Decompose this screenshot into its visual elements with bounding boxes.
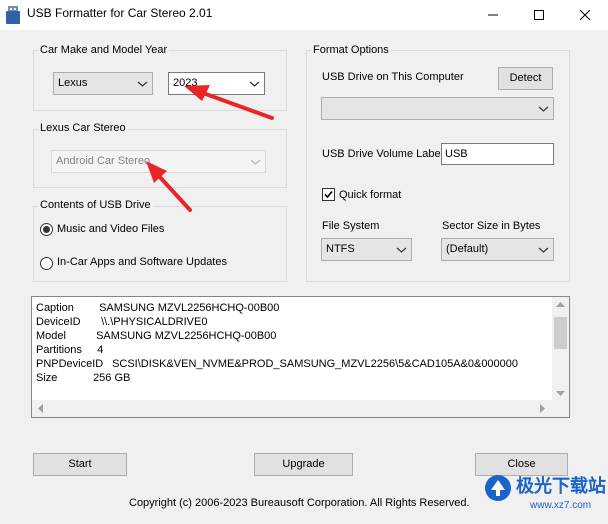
quick-format-label[interactable]: Quick format (339, 189, 401, 202)
volume-label-caption: USB Drive Volume Label (322, 148, 444, 160)
sector-size-value: (Default) (446, 243, 489, 255)
model-year-select[interactable]: 2023 (168, 72, 265, 95)
site-watermark-logo: 极光下载站 www.xz7.com (484, 470, 606, 522)
scroll-down-icon[interactable] (556, 390, 565, 397)
info-key: Partitions (36, 344, 82, 356)
info-value: SAMSUNG MZVL2256HCHQ-00B00 (96, 330, 277, 342)
info-value: 256 GB (93, 372, 131, 384)
scroll-right-icon[interactable] (539, 404, 546, 413)
copyright-text: Copyright (c) 2006-2023 Bureausoft Corpo… (129, 497, 470, 509)
file-system-label: File System (322, 220, 380, 232)
info-key: Model (36, 330, 66, 342)
car-stereo-select[interactable]: Android Car Stereo (51, 150, 266, 173)
upgrade-button[interactable]: Upgrade (254, 453, 353, 476)
car-make-select[interactable]: Lexus (53, 72, 153, 95)
info-value: \\.\PHYSICALDRIVE0 (101, 316, 208, 328)
model-year-value: 2023 (173, 77, 198, 89)
info-row-model: Model SAMSUNG MZVL2256HCHQ-00B00 (36, 330, 276, 343)
file-system-select[interactable]: NTFS (321, 238, 412, 261)
chevron-down-icon (250, 159, 261, 165)
window-title: USB Formatter for Car Stereo 2.01 (27, 6, 213, 20)
usb-app-icon (6, 6, 20, 24)
close-icon (580, 10, 590, 20)
apps-updates-radio[interactable] (40, 257, 53, 270)
info-key: DeviceID (36, 316, 81, 328)
watermark-url: www.xz7.com (530, 500, 592, 511)
volume-label-input[interactable]: USB (441, 143, 554, 165)
checkmark-icon (324, 190, 333, 199)
chevron-down-icon (249, 81, 260, 87)
chevron-down-icon (538, 247, 549, 253)
scrollbar-thumb[interactable] (554, 317, 567, 349)
maximize-icon (534, 10, 544, 20)
file-system-value: NTFS (326, 243, 355, 255)
info-row-partitions: Partitions 4 (36, 344, 103, 357)
quick-format-checkbox[interactable] (322, 188, 335, 201)
info-value: SCSI\DISK&VEN_NVME&PROD_SAMSUNG_MZVL2256… (112, 358, 519, 370)
info-row-size: Size 256 GB (36, 372, 130, 385)
scroll-up-icon[interactable] (556, 301, 565, 308)
info-row-deviceid: DeviceID \\.\PHYSICALDRIVE0 (36, 316, 207, 329)
usb-drive-label: USB Drive on This Computer (322, 71, 464, 83)
chevron-down-icon (396, 247, 407, 253)
info-key: PNPDeviceID (36, 358, 104, 370)
vertical-scrollbar[interactable] (552, 297, 569, 401)
volume-label-value: USB (445, 148, 468, 160)
info-value: 4 (97, 344, 104, 356)
maximize-button[interactable] (516, 0, 562, 30)
apps-updates-label[interactable]: In-Car Apps and Software Updates (57, 256, 227, 269)
info-row-caption: Caption SAMSUNG MZVL2256HCHQ-00B00 (36, 302, 279, 315)
usb-contents-group-label: Contents of USB Drive (38, 199, 153, 212)
info-key: Size (36, 372, 58, 384)
music-video-radio[interactable] (40, 223, 53, 236)
watermark-logo-icon (485, 475, 511, 501)
title-bar[interactable]: USB Formatter for Car Stereo 2.01 (0, 0, 608, 30)
car-stereo-group-label: Lexus Car Stereo (38, 122, 128, 135)
music-video-label[interactable]: Music and Video Files (57, 223, 164, 236)
close-window-button[interactable] (562, 0, 608, 30)
info-value: SAMSUNG MZVL2256HCHQ-00B00 (99, 302, 280, 314)
info-row-pnpdeviceid: PNPDeviceID SCSI\DISK&VEN_NVME&PROD_SAMS… (36, 358, 518, 371)
horizontal-scrollbar[interactable] (32, 400, 569, 417)
usb-drive-select[interactable] (321, 97, 554, 120)
start-button[interactable]: Start (33, 453, 127, 476)
sector-size-label: Sector Size in Bytes (442, 220, 541, 232)
chevron-down-icon (538, 106, 549, 112)
minimize-icon (488, 14, 498, 16)
car-make-value: Lexus (58, 77, 88, 89)
car-stereo-value: Android Car Stereo (56, 155, 151, 167)
car-make-model-group-label: Car Make and Model Year (38, 44, 170, 57)
watermark-text: 极光下载站 (516, 476, 606, 496)
sector-size-select[interactable]: (Default) (441, 238, 554, 261)
minimize-button[interactable] (470, 0, 516, 30)
usb-contents-group (33, 206, 287, 282)
chevron-down-icon (137, 81, 148, 87)
scroll-left-icon[interactable] (37, 404, 44, 413)
format-options-group-label: Format Options (311, 44, 391, 57)
info-key: Caption (36, 302, 74, 314)
detect-button[interactable]: Detect (498, 67, 553, 90)
